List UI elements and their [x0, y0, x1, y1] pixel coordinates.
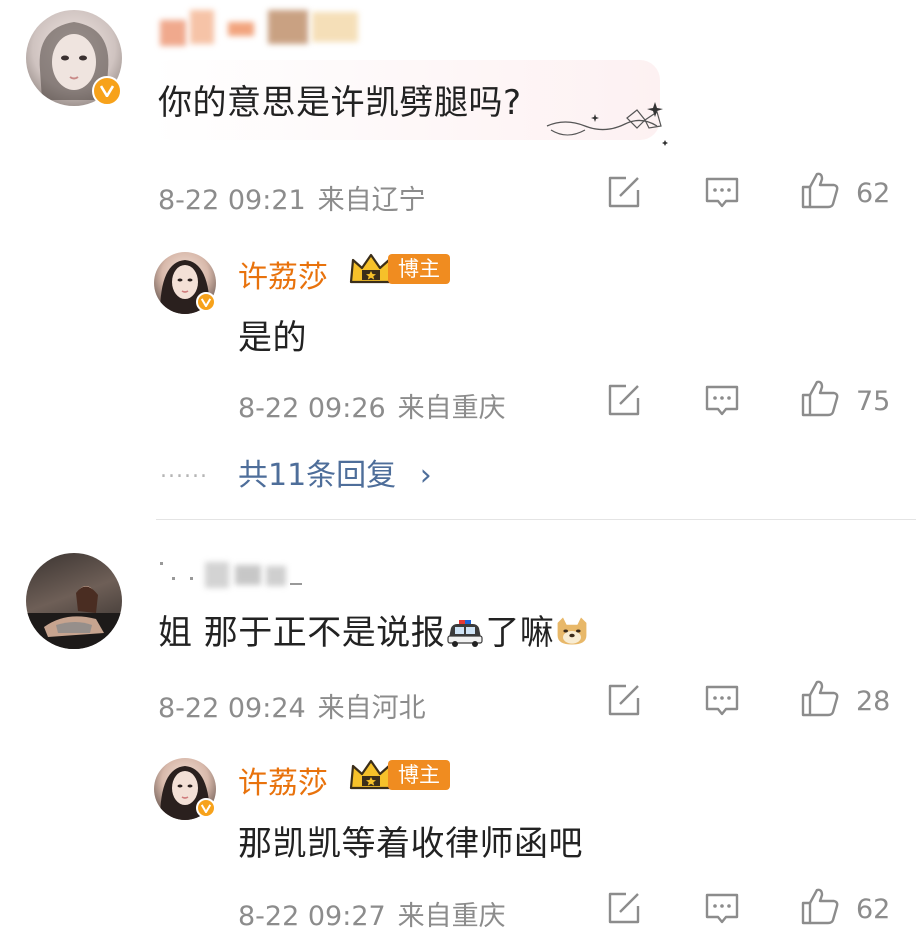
- thumbs-up-icon[interactable]: [800, 678, 840, 718]
- comment-icon[interactable]: [704, 383, 740, 419]
- comment-meta: 8-22 09:24 来自河北: [158, 686, 426, 725]
- blogger-badge: 博主: [388, 760, 450, 790]
- chevron-right-icon: ›: [419, 458, 432, 493]
- police-car-icon: [447, 620, 483, 647]
- reply-meta: 8-22 09:27 来自重庆: [238, 894, 506, 933]
- more-replies-link[interactable]: 共11条回复 ›: [238, 450, 432, 494]
- reply-text: 那凯凯等着收律师函吧: [238, 824, 583, 864]
- blogger-name[interactable]: 许荔莎: [238, 758, 328, 802]
- like-count: 75: [856, 386, 891, 417]
- blogger-name[interactable]: 许荔莎: [238, 252, 328, 296]
- verified-icon: [196, 292, 216, 312]
- comment-text-part2: 了嘛: [485, 613, 555, 653]
- share-icon[interactable]: [606, 382, 642, 418]
- comment-time: 8-22 09:24: [158, 693, 306, 724]
- comment-text: 姐 那于正不是说报 了嘛: [158, 605, 590, 654]
- comment-divider: [156, 519, 916, 520]
- comment-text-part1: 姐 那于正不是说报: [158, 613, 446, 653]
- comment-icon[interactable]: [704, 175, 740, 211]
- reply-location: 来自重庆: [397, 901, 506, 932]
- more-replies-dots: ......: [160, 458, 208, 483]
- reply-text: 是的: [238, 318, 307, 358]
- more-replies-label: 共11条回复: [238, 458, 397, 493]
- share-icon[interactable]: [606, 890, 642, 926]
- like-count: 62: [856, 894, 891, 925]
- thumbs-up-icon[interactable]: [800, 378, 840, 418]
- like-count: 28: [856, 686, 891, 717]
- doge-icon: [557, 617, 587, 645]
- commenter-avatar[interactable]: [26, 553, 122, 649]
- verified-icon: [92, 76, 122, 106]
- comment-location: 来自辽宁: [317, 185, 426, 216]
- reply-location: 来自重庆: [397, 393, 506, 424]
- thumbs-up-icon[interactable]: [800, 170, 840, 210]
- comment-text: 你的意思是许凯劈腿吗?: [158, 83, 522, 123]
- comment-icon[interactable]: [704, 683, 740, 719]
- reply-meta: 8-22 09:26 来自重庆: [238, 386, 506, 425]
- comment-icon[interactable]: [704, 891, 740, 927]
- reply-time: 8-22 09:27: [238, 901, 386, 932]
- thumbs-up-icon[interactable]: [800, 886, 840, 926]
- verified-icon: [196, 798, 216, 818]
- comment-time: 8-22 09:21: [158, 185, 306, 216]
- share-icon[interactable]: [606, 174, 642, 210]
- ribbon-decoration-icon: [546, 102, 668, 146]
- comment-location: 来自河北: [317, 693, 426, 724]
- share-icon[interactable]: [606, 682, 642, 718]
- reply-time: 8-22 09:26: [238, 393, 386, 424]
- like-count: 62: [856, 178, 891, 209]
- comment-meta: 8-22 09:21 来自辽宁: [158, 178, 426, 217]
- blogger-badge: 博主: [388, 254, 450, 284]
